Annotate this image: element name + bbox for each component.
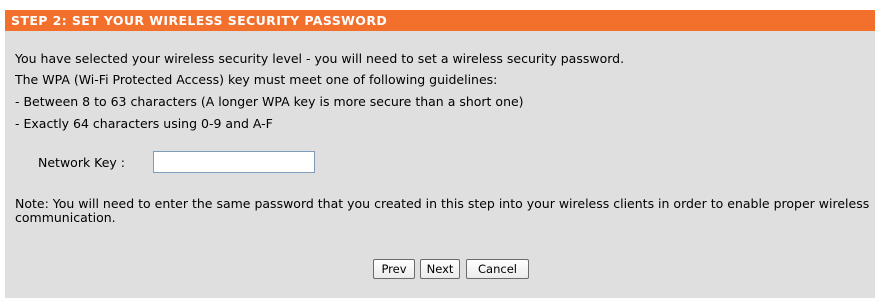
- intro-line-2: The WPA (Wi-Fi Protected Access) key mus…: [15, 72, 498, 87]
- network-key-label: Network Key :: [38, 155, 126, 170]
- network-key-input[interactable]: [153, 151, 315, 173]
- page-title: STEP 2: SET YOUR WIRELESS SECURITY PASSW…: [11, 13, 388, 28]
- next-button[interactable]: Next: [420, 259, 460, 279]
- note-text: Note: You will need to enter the same pa…: [15, 196, 870, 225]
- intro-line-3: - Between 8 to 63 characters (A longer W…: [15, 94, 524, 109]
- wizard-panel: STEP 2: SET YOUR WIRELESS SECURITY PASSW…: [5, 10, 875, 298]
- panel-header: STEP 2: SET YOUR WIRELESS SECURITY PASSW…: [5, 10, 875, 31]
- intro-line-4: - Exactly 64 characters using 0-9 and A-…: [15, 116, 273, 131]
- prev-button[interactable]: Prev: [373, 259, 415, 279]
- intro-line-1: You have selected your wireless security…: [15, 51, 625, 66]
- cancel-button[interactable]: Cancel: [466, 259, 529, 279]
